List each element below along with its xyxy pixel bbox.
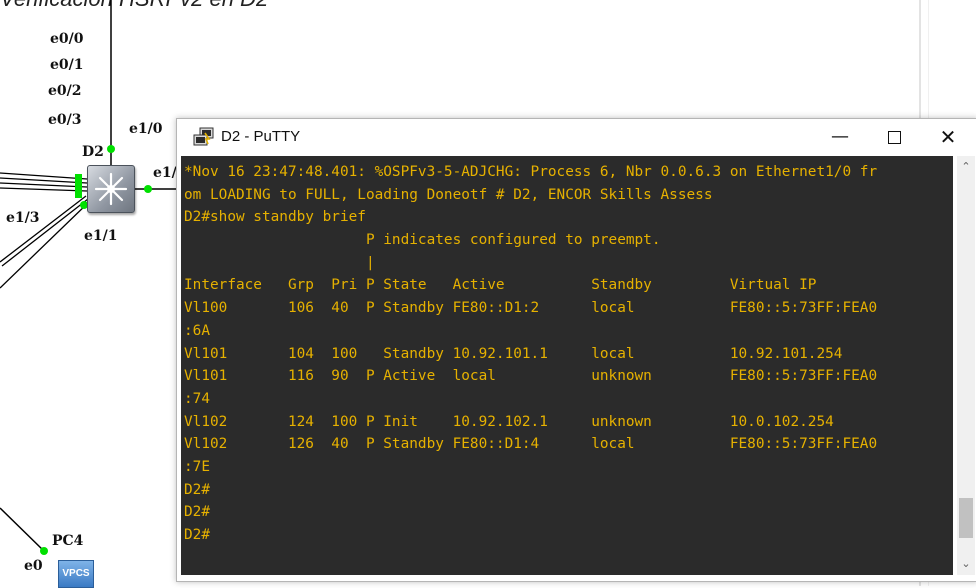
terminal-line: om LOADING to FULL, Loading Doneotf # D2… <box>184 186 713 203</box>
terminal-line: D2# <box>184 504 210 521</box>
terminal-line: Vl100 106 40 P Standby FE80::D1:2 local … <box>184 300 878 317</box>
link-e0-2 <box>0 182 88 188</box>
terminal-line: | <box>184 254 375 271</box>
terminal-line: D2# <box>184 481 210 498</box>
terminal-line: Vl102 126 40 P Standby FE80::D1:4 local … <box>184 436 878 453</box>
scrollbar-thumb[interactable] <box>959 498 973 538</box>
link-status-bar <box>75 174 82 198</box>
minimize-button[interactable]: — <box>817 119 863 155</box>
switch-d2[interactable] <box>87 165 135 213</box>
port-label-e1-0: e1/0 <box>129 121 163 137</box>
port-label-e0-3: e0/3 <box>48 112 82 128</box>
pc4-vpcs-icon[interactable]: VPCS <box>58 560 94 588</box>
port-label-e0-2: e0/2 <box>48 83 82 99</box>
terminal-line: Vl102 124 100 P Init 10.92.102.1 unknown… <box>184 413 834 430</box>
close-button[interactable]: ✕ <box>925 119 971 155</box>
terminal-line: Interface Grp Pri P State Active Standby… <box>184 277 817 294</box>
port-label-e0-0: e0/0 <box>50 31 84 47</box>
vertical-scrollbar[interactable]: ⌃ ⌄ <box>957 156 975 575</box>
port-label-pc-e0: e0 <box>24 558 43 574</box>
terminal-line: :74 <box>184 390 210 407</box>
terminal-area[interactable]: *Nov 16 23:47:48.401: %OSPFv3-5-ADJCHG: … <box>181 156 953 575</box>
window-title: D2 - PuTTY <box>221 128 301 145</box>
terminal-output: *Nov 16 23:47:48.401: %OSPFv3-5-ADJCHG: … <box>184 161 877 547</box>
maximize-button[interactable] <box>871 119 917 155</box>
terminal-line: :7E <box>184 458 210 475</box>
putty-app-icon <box>193 127 214 146</box>
switch-arrows-icon <box>94 172 128 206</box>
terminal-line: D2#show standby brief <box>184 209 366 226</box>
terminal-line: :6A <box>184 322 210 339</box>
port-label-e0-1: e0/1 <box>50 57 84 73</box>
port-label-e1-right: e1/ <box>153 165 177 181</box>
link-e1-3-a <box>0 195 87 263</box>
terminal-line: Vl101 116 90 P Active local unknown FE80… <box>184 368 878 385</box>
switch-name-label: D2 <box>82 144 104 160</box>
window-titlebar[interactable]: D2 - PuTTY — ✕ <box>177 119 976 155</box>
terminal-line: Vl101 104 100 Standby 10.92.101.1 local … <box>184 345 843 362</box>
port-label-e1-3: e1/3 <box>6 210 40 226</box>
status-dot-e1-right <box>144 185 152 193</box>
link-pc4 <box>0 507 46 553</box>
port-label-e1-1: e1/1 <box>84 228 118 244</box>
terminal-line: *Nov 16 23:47:48.401: %OSPFv3-5-ADJCHG: … <box>184 164 878 180</box>
scroll-up-arrow-icon[interactable]: ⌃ <box>957 160 975 174</box>
terminal-line: P indicates configured to preempt. <box>184 232 661 249</box>
scroll-down-arrow-icon[interactable]: ⌄ <box>957 557 975 571</box>
maximize-icon <box>887 130 901 144</box>
link-e0-3 <box>0 187 88 192</box>
putty-window[interactable]: D2 - PuTTY — ✕ *Nov 16 23:47:48.401: %OS… <box>176 118 976 582</box>
terminal-line: D2# <box>184 527 210 543</box>
status-dot-pc4 <box>40 547 48 555</box>
status-dot-e1-0 <box>107 145 115 153</box>
pc-name-label: PC4 <box>52 533 84 549</box>
